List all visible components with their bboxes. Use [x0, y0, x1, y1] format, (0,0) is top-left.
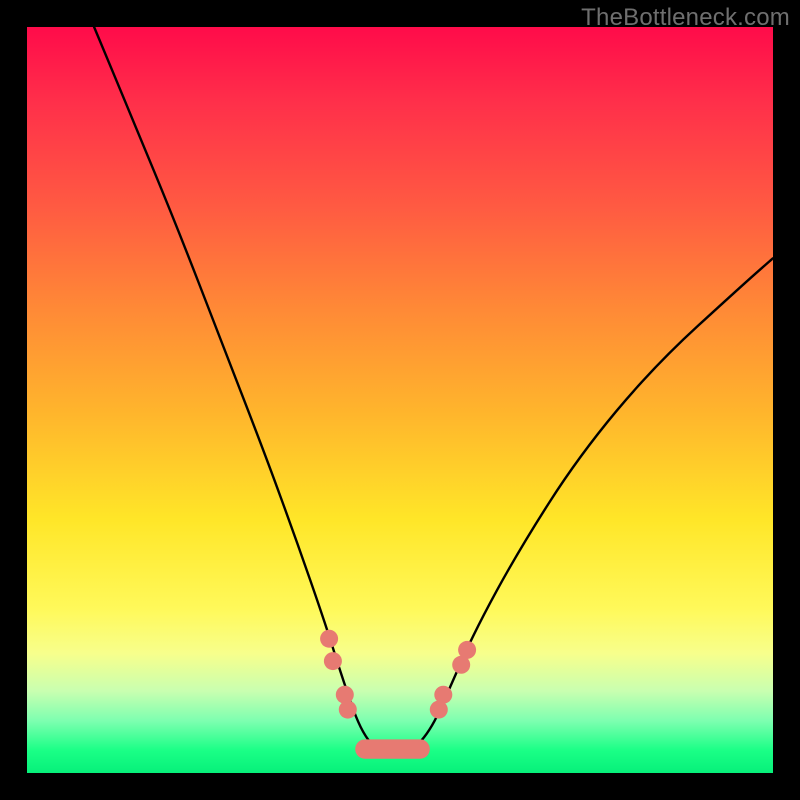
valley-markers	[320, 630, 476, 759]
bottleneck-curve	[94, 27, 773, 756]
watermark-text: TheBottleneck.com	[581, 4, 790, 32]
chart-frame: TheBottleneck.com	[0, 0, 800, 800]
valley-dot	[339, 701, 357, 719]
valley-bar	[355, 739, 430, 758]
valley-dot	[324, 652, 342, 670]
valley-dot	[434, 686, 452, 704]
valley-dot	[336, 686, 354, 704]
chart-overlay	[27, 27, 773, 773]
valley-dot	[458, 641, 476, 659]
valley-dot	[320, 630, 338, 648]
